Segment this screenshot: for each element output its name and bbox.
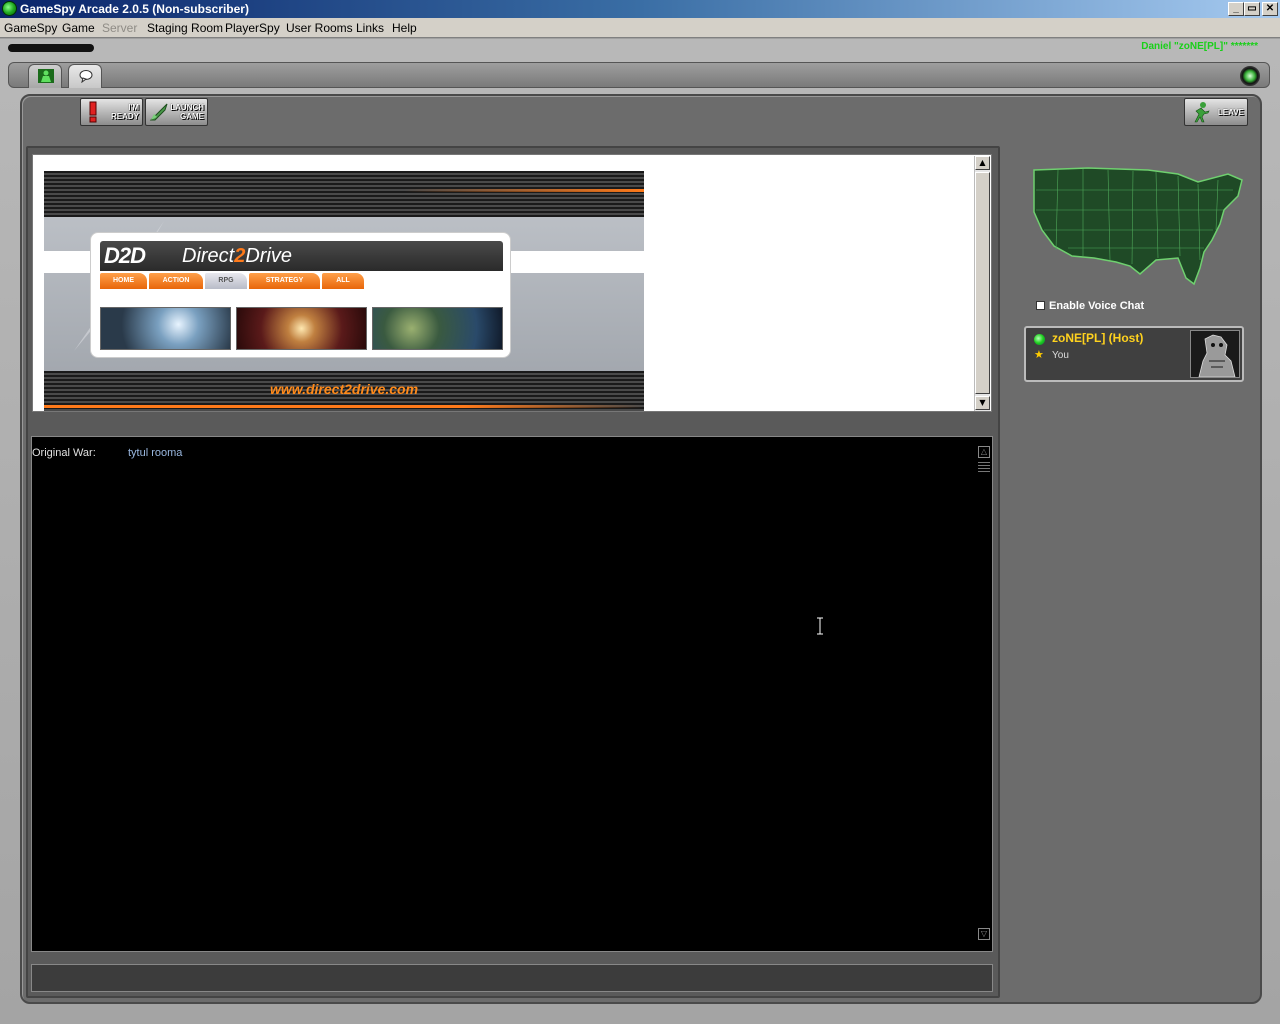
close-button[interactable]: ✕: [1262, 2, 1278, 16]
gamespy-app-icon[interactable]: [2, 1, 17, 16]
ad-nav-all[interactable]: ALL: [322, 273, 364, 289]
exclamation-icon: [89, 101, 97, 123]
gamespy-man-icon: [38, 69, 54, 83]
brand-part-c: Drive: [245, 245, 293, 267]
menu-help[interactable]: Help: [392, 18, 417, 38]
title-bar: GameSpy Arcade 2.0.5 (Non-subscriber) _ …: [0, 0, 1280, 18]
restore-button[interactable]: ▭: [1244, 2, 1260, 16]
menu-staging-room[interactable]: Staging Room: [147, 18, 223, 38]
speech-bubble-icon: [79, 70, 93, 83]
user-label: Daniel "zoNE[PL]" *******: [1141, 41, 1258, 52]
menu-gamespy[interactable]: GameSpy: [4, 18, 57, 38]
ad-scroll-up-icon[interactable]: ▲: [975, 156, 990, 170]
status-indicator: [8, 44, 94, 52]
text-cursor-icon: [817, 617, 823, 635]
window-title: GameSpy Arcade 2.0.5 (Non-subscriber): [20, 2, 249, 16]
ad-nav-rpg[interactable]: RPG: [205, 273, 247, 289]
tab-chat[interactable]: [68, 64, 102, 88]
chat-input[interactable]: [31, 964, 993, 992]
brand-part-a: Direct: [182, 245, 235, 267]
ad-card-header: D2D Direct2Drive: [100, 241, 503, 271]
voice-chat-label: Enable Voice Chat: [1049, 300, 1145, 312]
connection-status-icon[interactable]: [1240, 66, 1260, 86]
chat-sender: Original War:: [32, 447, 96, 459]
tab-arcade[interactable]: [28, 64, 62, 88]
tab-strip: [8, 62, 1270, 88]
player-ready-status-icon: [1034, 334, 1045, 345]
leave-label: Leave: [1217, 108, 1244, 117]
direct2drive-ad-banner[interactable]: D2D Direct2Drive HOME ACTION RPG STRATEG…: [44, 171, 644, 411]
ad-card: D2D Direct2Drive HOME ACTION RPG STRATEG…: [90, 232, 511, 358]
player-name: zoNE[PL] (Host): [1052, 331, 1144, 345]
voice-chat-checkbox[interactable]: [1036, 301, 1045, 310]
ad-thumb-game-3[interactable]: [372, 307, 503, 350]
player-note: You: [1052, 350, 1069, 361]
ad-scroll-down-icon[interactable]: ▼: [975, 396, 990, 410]
leave-button[interactable]: Leave: [1184, 98, 1248, 126]
ad-scrollbar[interactable]: ▲ ▼: [974, 156, 990, 411]
chat-scroll-down-icon[interactable]: ▽: [978, 928, 990, 940]
menu-game[interactable]: Game: [62, 18, 95, 38]
ad-url[interactable]: www.direct2drive.com: [44, 381, 644, 397]
ad-nav-strategy[interactable]: STRATEGY: [249, 273, 320, 289]
chat-scroll-thumb[interactable]: [978, 462, 990, 474]
player-avatar: [1190, 330, 1240, 378]
chat-message: tytul rooma: [128, 447, 183, 459]
chat-log[interactable]: Original War: tytul rooma: [31, 436, 993, 952]
ad-thumb-game-1[interactable]: [100, 307, 231, 350]
menu-user-rooms[interactable]: User Rooms: [286, 18, 353, 38]
menu-bar: GameSpy Game Server Staging Room PlayerS…: [0, 18, 1280, 38]
ad-scroll-thumb[interactable]: [975, 172, 990, 394]
chat-scroll-up-icon[interactable]: △: [978, 446, 990, 458]
d2d-logo: D2D: [104, 243, 146, 268]
menu-links[interactable]: Links: [356, 18, 384, 38]
menu-playerspy[interactable]: PlayerSpy: [225, 18, 280, 38]
ad-thumb-game-2[interactable]: [236, 307, 367, 350]
menu-server: Server: [102, 21, 138, 35]
ad-nav-action[interactable]: ACTION: [149, 273, 203, 289]
launch-game-label: Launch Game: [170, 103, 204, 121]
ad-brand-name: Direct2Drive: [182, 245, 292, 268]
im-ready-button[interactable]: I'm Ready: [80, 98, 143, 126]
player-list-item[interactable]: zoNE[PL] (Host) ★ You: [1024, 326, 1244, 382]
host-star-icon: ★: [1034, 348, 1044, 361]
launch-game-button[interactable]: Launch Game: [145, 98, 208, 126]
brand-part-b: 2: [234, 245, 246, 267]
chat-scrollbar[interactable]: △ ▽: [976, 446, 992, 942]
im-ready-label: I'm Ready: [110, 103, 139, 121]
voice-chat-toggle[interactable]: Enable Voice Chat: [1036, 300, 1144, 312]
minimize-button[interactable]: _: [1228, 2, 1244, 16]
ad-nav-home[interactable]: HOME: [100, 273, 147, 289]
usa-map-icon[interactable]: [1028, 160, 1248, 290]
avatar-robot-icon: [1191, 331, 1239, 377]
